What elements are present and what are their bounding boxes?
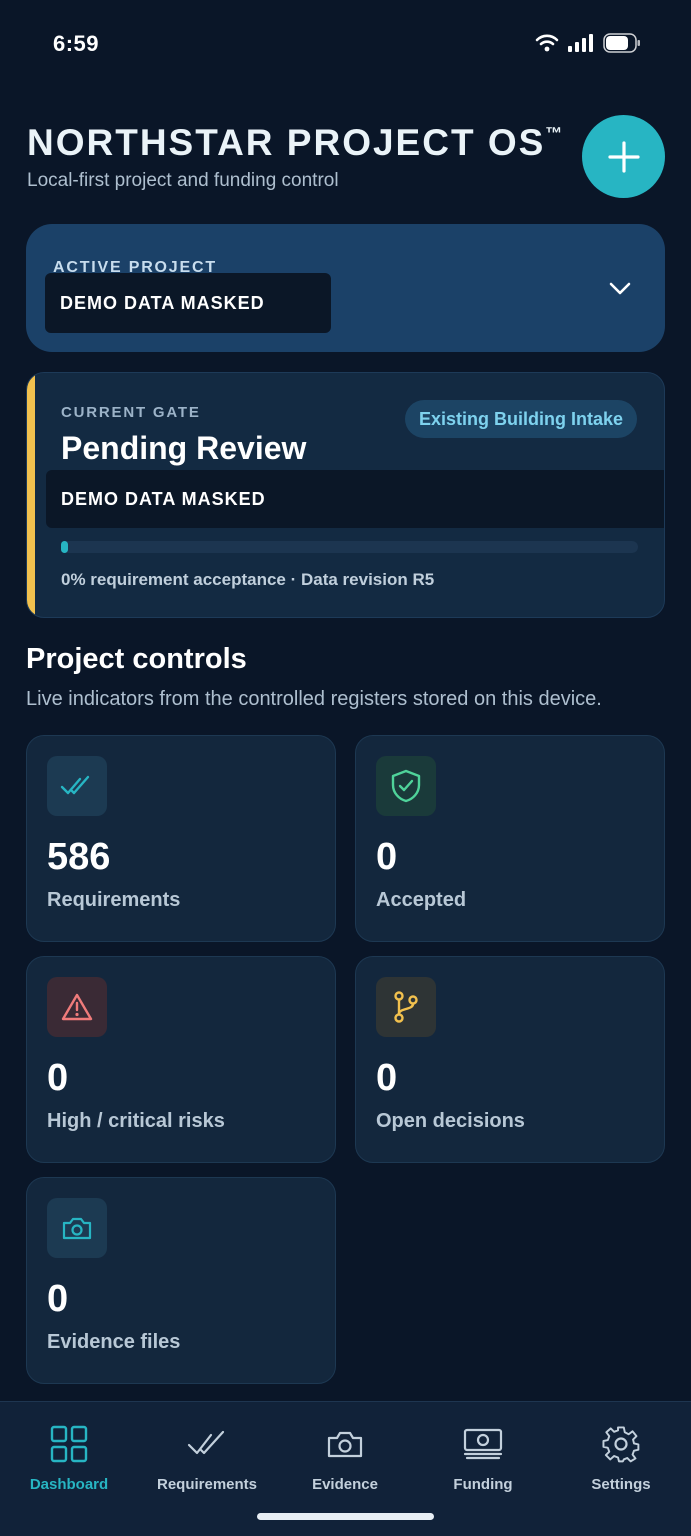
gate-type-badge: Existing Building Intake (404, 400, 637, 438)
stat-value: 0 (47, 1057, 69, 1099)
gate-masked-line: DEMO DATA MASKED (46, 470, 664, 528)
current-gate-card: CURRENT GATE Existing Building Intake Pe… (26, 372, 665, 618)
camera-icon (326, 1424, 364, 1464)
requirement-progress-bar (61, 541, 638, 553)
stat-card-decisions[interactable]: 0 Open decisions (355, 956, 665, 1163)
app-title: NORTHSTAR PROJECT OS™ (27, 122, 562, 164)
stat-label: Requirements (47, 889, 181, 911)
double-check-icon (60, 775, 90, 795)
plus-icon (607, 140, 640, 173)
stat-value: 0 (47, 1278, 69, 1320)
gate-title: Pending Review (61, 430, 307, 466)
home-indicator[interactable] (257, 1513, 434, 1520)
stat-icon-box (376, 977, 436, 1037)
nav-dashboard[interactable]: Dashboard (0, 1402, 138, 1502)
status-icons (535, 33, 641, 53)
nav-label: Dashboard (29, 1476, 109, 1493)
warning-icon (61, 993, 93, 1021)
stat-card-accepted[interactable]: 0 Accepted (355, 735, 665, 942)
camera-icon (62, 1217, 92, 1240)
stat-icon-box (47, 1198, 107, 1258)
trademark-mark: ™ (545, 124, 563, 143)
stat-icon-box (47, 977, 107, 1037)
nav-settings[interactable]: Settings (552, 1402, 690, 1502)
gate-accent-bar (27, 373, 35, 617)
stat-card-evidence[interactable]: 0 Evidence files (26, 1177, 336, 1384)
stat-label: High / critical risks (47, 1110, 225, 1132)
stat-label: Evidence files (47, 1331, 181, 1353)
nav-label: Funding (453, 1476, 513, 1493)
stat-label: Open decisions (376, 1110, 525, 1132)
current-gate-label: CURRENT GATE (61, 404, 201, 421)
nav-evidence[interactable]: Evidence (276, 1402, 414, 1502)
nav-label: Evidence (312, 1476, 378, 1493)
active-project-value: DEMO DATA MASKED (45, 273, 331, 333)
signal-icon (568, 34, 593, 52)
status-bar: 6:59 (0, 0, 691, 90)
progress-fill (61, 541, 68, 553)
branch-icon (394, 991, 418, 1023)
money-icon (462, 1424, 504, 1464)
battery-icon (603, 33, 640, 53)
nav-label: Requirements (156, 1476, 258, 1493)
active-project-selector[interactable]: ACTIVE PROJECT DEMO DATA MASKED (26, 224, 665, 352)
stat-card-requirements[interactable]: 586 Requirements (26, 735, 336, 942)
shield-check-icon (391, 769, 421, 803)
stat-card-risks[interactable]: 0 High / critical risks (26, 956, 336, 1163)
section-description: Live indicators from the controlled regi… (26, 688, 602, 710)
nav-requirements[interactable]: Requirements (138, 1402, 276, 1502)
app-subtitle: Local-first project and funding control (27, 170, 339, 191)
grid-icon (50, 1424, 88, 1464)
section-title: Project controls (26, 643, 247, 675)
double-check-icon (187, 1424, 227, 1464)
stat-icon-box (47, 756, 107, 816)
nav-funding[interactable]: Funding (414, 1402, 552, 1502)
stat-value: 586 (47, 836, 111, 878)
add-button[interactable] (582, 115, 665, 198)
stat-value: 0 (376, 836, 398, 878)
gear-icon (602, 1424, 640, 1464)
stat-label: Accepted (376, 889, 467, 911)
app-title-text: NORTHSTAR PROJECT OS (27, 122, 546, 163)
stat-icon-box (376, 756, 436, 816)
wifi-icon (535, 34, 559, 52)
gate-meta: 0% requirement acceptance · Data revisio… (61, 570, 435, 589)
nav-label: Settings (591, 1476, 651, 1493)
status-time: 6:59 (53, 31, 100, 56)
stat-value: 0 (376, 1057, 398, 1099)
chevron-down-icon[interactable] (607, 276, 633, 302)
